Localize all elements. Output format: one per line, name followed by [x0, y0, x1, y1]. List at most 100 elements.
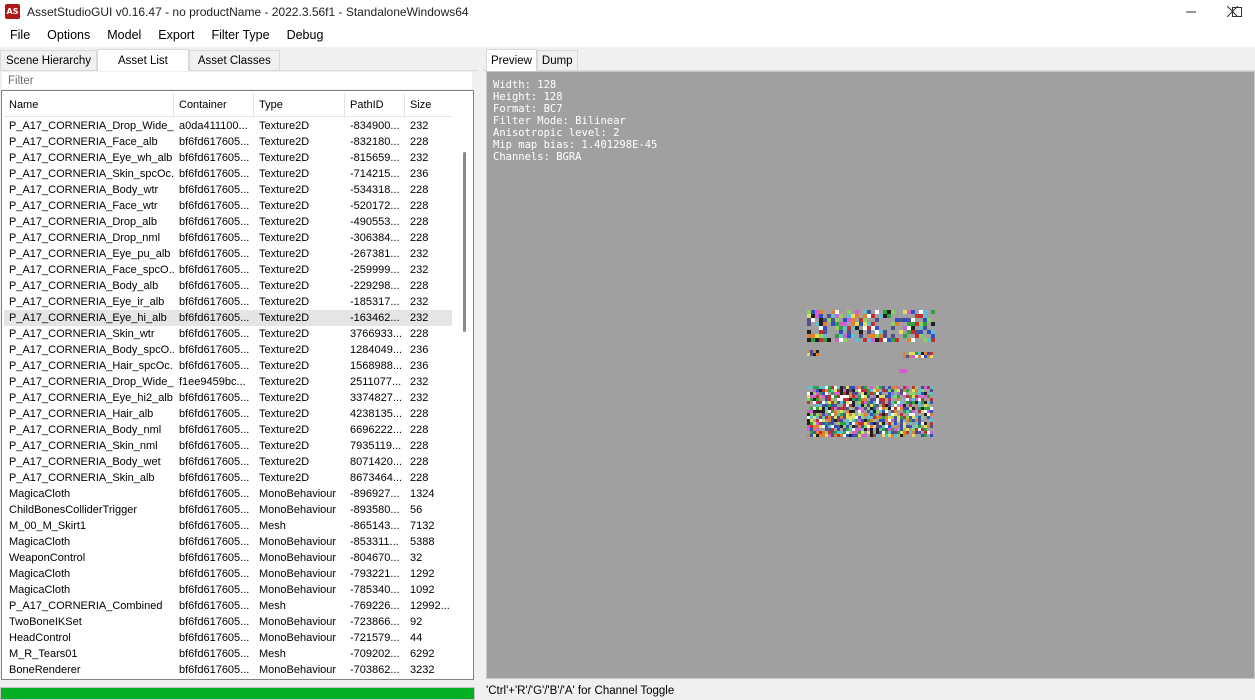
table-cell-pathid: -490553... [350, 216, 400, 228]
table-row[interactable]: MagicaCloth bf6fd617605... MonoBehaviour -8… [4, 486, 452, 502]
table-cell-type: Texture2D [259, 296, 310, 308]
table-cell-pathid: -306384... [350, 232, 400, 244]
menu-filter-type[interactable]: Filter Type [204, 28, 276, 42]
progress-fill [1, 688, 474, 699]
table-row[interactable]: P_A17_CORNERIA_Body_nml bf6fd617605... Tex… [4, 422, 452, 438]
table-cell-pathid: 1568988... [350, 360, 402, 372]
table-cell-name: P_A17_CORNERIA_Drop_nml [9, 232, 161, 244]
table-row[interactable]: MagicaCloth bf6fd617605... MonoBehaviour -7… [4, 582, 452, 598]
tab-asset-list[interactable]: Asset List [97, 49, 189, 71]
table-row[interactable]: P_A17_CORNERIA_Hair_spcOc... bf6fd617605.… [4, 358, 452, 374]
menu-debug[interactable]: Debug [280, 28, 331, 42]
table-row[interactable]: P_A17_CORNERIA_Drop_alb bf6fd617605... Tex… [4, 214, 452, 230]
table-cell-size: 44 [410, 632, 423, 644]
menu-options[interactable]: Options [40, 28, 97, 42]
table-row[interactable]: P_A17_CORNERIA_Skin_alb bf6fd617605... Tex… [4, 470, 452, 486]
table-row[interactable]: P_A17_CORNERIA_Face_alb bf6fd617605... Tex… [4, 134, 452, 150]
table-cell-pathid: -769226... [350, 600, 400, 612]
table-row[interactable]: P_A17_CORNERIA_Face_wtr bf6fd617605... Tex… [4, 198, 452, 214]
table-row[interactable]: P_A17_CORNERIA_Skin_nml bf6fd617605... Tex… [4, 438, 452, 454]
table-row[interactable]: P_A17_CORNERIA_Body_wtr bf6fd617605... Tex… [4, 182, 452, 198]
table-row[interactable]: BoneRenderer bf6fd617605... MonoBehaviour -… [4, 662, 452, 678]
table-row[interactable]: P_A17_CORNERIA_Eye_ir_alb bf6fd617605... T… [4, 294, 452, 310]
table-row[interactable]: ChildBonesColliderTrigger bf6fd617605... M… [4, 502, 452, 518]
close-button[interactable] [1209, 0, 1255, 23]
table-cell-container: bf6fd617605... [179, 456, 250, 468]
filter-input[interactable]: Filter [2, 72, 472, 89]
table-cell-type: Texture2D [259, 184, 310, 196]
menu-export[interactable]: Export [151, 28, 201, 42]
table-row[interactable]: P_A17_CORNERIA_Body_alb bf6fd617605... Tex… [4, 278, 452, 294]
column-header-name[interactable]: Name [4, 93, 174, 117]
table-row[interactable]: P_A17_CORNERIA_Eye_hi_alb bf6fd617605... T… [4, 310, 452, 326]
table-cell-name: P_A17_CORNERIA_Skin_nml [9, 440, 158, 452]
table-cell-container: bf6fd617605... [179, 328, 250, 340]
table-row[interactable]: P_A17_CORNERIA_Drop_Wide_... a0da411100..… [4, 118, 452, 134]
table-row[interactable]: P_A17_CORNERIA_Drop_Wide_... f1ee9459bc..… [4, 374, 452, 390]
table-cell-name: P_A17_CORNERIA_Body_nml [9, 424, 162, 436]
table-row[interactable]: P_A17_CORNERIA_Eye_wh_alb bf6fd617605... T… [4, 150, 452, 166]
table-cell-name: P_A17_CORNERIA_Drop_Wide_... [9, 120, 174, 132]
tab-preview[interactable]: Preview [486, 49, 537, 71]
table-row[interactable]: P_A17_CORNERIA_Combined bf6fd617605... Mes… [4, 598, 452, 614]
table-cell-type: MonoBehaviour [259, 568, 337, 580]
table-cell-size: 236 [410, 360, 429, 372]
table-cell-pathid: -520172... [350, 200, 400, 212]
table-cell-size: 228 [410, 136, 429, 148]
table-cell-container: bf6fd617605... [179, 568, 250, 580]
table-cell-size: 3232 [410, 664, 435, 676]
table-cell-type: Texture2D [259, 312, 310, 324]
table-cell-type: Texture2D [259, 280, 310, 292]
table-row[interactable]: P_A17_CORNERIA_Body_spcO... bf6fd617605..… [4, 342, 452, 358]
table-cell-type: Texture2D [259, 408, 310, 420]
app-icon: AS [5, 4, 20, 19]
tab-dump[interactable]: Dump [536, 50, 578, 70]
table-cell-container: bf6fd617605... [179, 632, 250, 644]
table-row[interactable]: MagicaCloth bf6fd617605... MonoBehaviour -8… [4, 534, 452, 550]
table-cell-pathid: -185317... [350, 296, 400, 308]
tab-asset-classes[interactable]: Asset Classes [188, 50, 280, 70]
table-row[interactable]: MagicaCloth bf6fd617605... MonoBehaviour -7… [4, 566, 452, 582]
column-header-container[interactable]: Container [174, 93, 254, 117]
texture-mipmap-bias: Mip map bias: 1.401298E-45 [493, 139, 658, 151]
table-row[interactable]: P_A17_CORNERIA_Hair_alb bf6fd617605... Tex… [4, 406, 452, 422]
table-row[interactable]: P_A17_CORNERIA_Skin_spcOc... bf6fd617605.… [4, 166, 452, 182]
table-cell-type: Texture2D [259, 328, 310, 340]
table-cell-name: BoneRenderer [9, 664, 81, 676]
table-row[interactable]: P_A17_CORNERIA_Face_spcO... bf6fd617605..… [4, 262, 452, 278]
table-row[interactable]: M_R_Tears01 bf6fd617605... Mesh -709202... 6… [4, 646, 452, 662]
menu-file[interactable]: File [3, 28, 37, 42]
column-header-pathid[interactable]: PathID [345, 93, 405, 117]
column-header-type[interactable]: Type [254, 93, 345, 117]
table-cell-size: 1092 [410, 584, 435, 596]
table-cell-size: 232 [410, 120, 429, 132]
table-cell-container: bf6fd617605... [179, 136, 250, 148]
table-cell-pathid: -853311... [350, 536, 399, 548]
scrollbar-thumb[interactable] [463, 152, 466, 332]
column-header-size[interactable]: Size [405, 93, 452, 117]
table-row[interactable]: HeadControl bf6fd617605... MonoBehaviour -7… [4, 630, 452, 646]
table-cell-size: 232 [410, 152, 429, 164]
table-row[interactable]: WeaponControl bf6fd617605... MonoBehaviour… [4, 550, 452, 566]
asset-list-scrollbar[interactable] [458, 94, 472, 678]
table-row[interactable]: TwoBoneIKSet bf6fd617605... MonoBehaviour -… [4, 614, 452, 630]
table-row[interactable]: P_A17_CORNERIA_Eye_pu_alb bf6fd617605... T… [4, 246, 452, 262]
table-cell-size: 232 [410, 392, 429, 404]
table-cell-size: 228 [410, 328, 429, 340]
table-cell-name: P_A17_CORNERIA_Skin_spcOc... [9, 168, 174, 180]
table-row[interactable]: P_A17_CORNERIA_Skin_wtr bf6fd617605... Tex… [4, 326, 452, 342]
table-cell-pathid: 8071420... [350, 456, 402, 468]
table-row[interactable]: M_00_M_Skirt1 bf6fd617605... Mesh -865143..… [4, 518, 452, 534]
table-cell-type: Mesh [259, 520, 286, 532]
table-row[interactable]: P_A17_CORNERIA_Eye_hi2_alb bf6fd617605...… [4, 390, 452, 406]
table-cell-container: bf6fd617605... [179, 488, 250, 500]
table-row[interactable]: P_A17_CORNERIA_Body_wet bf6fd617605... Tex… [4, 454, 452, 470]
table-cell-pathid: 2511077... [350, 376, 402, 388]
tab-scene-hierarchy[interactable]: Scene Hierarchy [0, 50, 98, 70]
table-cell-pathid: -832180... [350, 136, 400, 148]
minimize-button[interactable] [1168, 0, 1214, 23]
left-panel: Scene Hierarchy Asset List Asset Classes… [0, 49, 478, 700]
menu-model[interactable]: Model [100, 28, 148, 42]
table-cell-container: bf6fd617605... [179, 280, 250, 292]
table-row[interactable]: P_A17_CORNERIA_Drop_nml bf6fd617605... Tex… [4, 230, 452, 246]
